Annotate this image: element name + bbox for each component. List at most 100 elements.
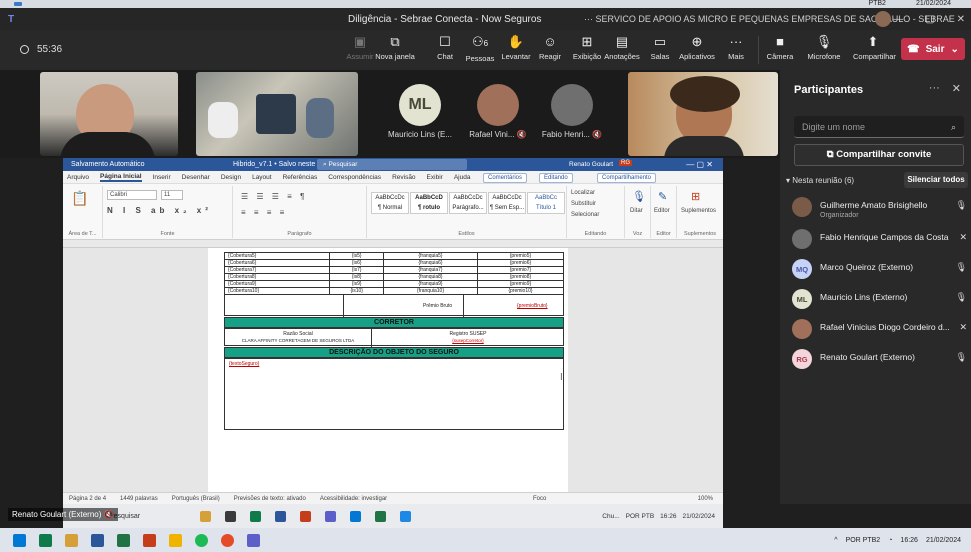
tray-time[interactable]: 16:26 xyxy=(900,537,918,544)
menu-layout[interactable]: Layout xyxy=(252,174,272,181)
participant-row[interactable]: Fabio Henrique Campos da Costa ✕ xyxy=(792,226,971,256)
word-icon[interactable] xyxy=(91,533,104,547)
maximize-button[interactable]: ▢ xyxy=(925,14,934,25)
react-button[interactable]: ☺ Reagir xyxy=(530,34,570,61)
editor-icon[interactable]: ✎ xyxy=(658,190,667,203)
app-icon[interactable] xyxy=(250,510,262,522)
chat-button[interactable]: ☐ Chat xyxy=(425,34,465,61)
teams-icon[interactable] xyxy=(325,510,337,522)
participant-search-input[interactable]: Digite um nome ⌕ xyxy=(794,116,964,138)
menu-arquivo[interactable]: Arquivo xyxy=(67,174,89,181)
menu-ajuda[interactable]: Ajuda xyxy=(454,174,471,181)
find-button[interactable]: Localizar xyxy=(571,190,595,196)
word-ruler[interactable] xyxy=(63,240,723,248)
comments-button[interactable]: Comentários xyxy=(483,173,528,183)
paste-icon[interactable]: 📋 xyxy=(71,190,88,207)
app-icon[interactable] xyxy=(300,510,312,522)
apps-button[interactable]: ⊕ Aplicativos xyxy=(677,34,717,61)
spotify-icon[interactable] xyxy=(195,533,208,547)
leave-button[interactable]: ☎ Sair ⌄ xyxy=(901,38,965,60)
replace-button[interactable]: Substituir xyxy=(571,201,596,207)
inner-time[interactable]: 16:26 xyxy=(660,513,676,520)
chevron-up-icon[interactable]: ^ xyxy=(834,537,837,544)
document-page[interactable]: {Cobertura5} {is5} {franquia5} {premio5} {Co… xyxy=(208,248,568,492)
mute-all-button[interactable]: Silenciar todos xyxy=(904,172,968,188)
style-paragrafo[interactable]: AaBbCcDc Parágrafo... xyxy=(449,192,487,214)
document-name[interactable]: Hibrido_v7.1 • Salvo neste PC xyxy=(233,161,327,168)
style-sem-espaco[interactable]: AaBbCcDc ¶ Sem Esp... xyxy=(488,192,526,214)
word-window-controls[interactable]: — ▢ ✕ xyxy=(686,160,713,169)
app-icon[interactable] xyxy=(169,533,182,547)
menu-exibir[interactable]: Exibir xyxy=(427,174,443,181)
wifi-icon[interactable]: ◔ xyxy=(888,537,892,544)
status-words[interactable]: 1449 palavras xyxy=(120,496,158,502)
participant-row[interactable]: Guilherme Amato Brisighello Organizador … xyxy=(792,194,971,224)
style-rotulo[interactable]: AaBbCcD ¶ rotulo xyxy=(410,192,448,214)
app-icon[interactable] xyxy=(225,510,237,522)
in-meeting-section[interactable]: ▾ Nesta reunião (6) xyxy=(786,176,854,185)
menu-revisao[interactable]: Revisão xyxy=(392,174,415,181)
inner-chat[interactable]: Chu... xyxy=(602,513,619,520)
excel-icon[interactable] xyxy=(375,510,387,522)
menu-inserir[interactable]: Inserir xyxy=(153,174,171,181)
folder-icon[interactable] xyxy=(200,510,212,522)
close-button[interactable]: ✕ xyxy=(957,14,965,25)
participant-row[interactable]: Rafael Vinicius Diogo Cordeiro d... ✕ xyxy=(792,316,971,346)
align-buttons[interactable]: ≡ ≡ ≡ ≡ xyxy=(241,208,287,217)
dictate-icon[interactable]: 🎙 xyxy=(632,190,646,203)
video-tile-guilherme[interactable] xyxy=(40,72,178,156)
word-document-area[interactable]: {Cobertura5} {is5} {franquia5} {premio5} {Co… xyxy=(63,248,723,492)
status-accessibility[interactable]: Acessibilidade: investigar xyxy=(320,496,387,502)
more-options-icon[interactable]: ··· xyxy=(929,82,940,95)
assumir-button[interactable]: ▣ Assumir xyxy=(340,34,380,61)
rooms-button[interactable]: ▭ Salas xyxy=(640,34,680,61)
menu-pagina-inicial[interactable]: Página Inicial xyxy=(100,173,142,182)
focus-button[interactable]: Foco xyxy=(533,496,546,502)
word-icon[interactable] xyxy=(275,510,287,522)
video-tile-office[interactable] xyxy=(196,72,358,156)
people-button[interactable]: ⚇6 Pessoas xyxy=(460,34,500,63)
select-button[interactable]: Selecionar xyxy=(571,212,599,218)
addins-icon[interactable]: ⊞ xyxy=(691,190,700,203)
app-icon[interactable] xyxy=(400,510,412,522)
menu-correspondencias[interactable]: Correspondências xyxy=(328,174,381,181)
participant-tile-rafael[interactable]: Rafael Vini... 🔇 xyxy=(458,78,538,154)
autosave-label[interactable]: Salvamento Automático xyxy=(71,161,145,168)
paragraph-buttons[interactable]: ☰ ☰ ☰ ≡ ¶ xyxy=(241,192,307,201)
minimize-button[interactable]: — xyxy=(893,14,903,25)
new-window-button[interactable]: ⧉ Nova janela xyxy=(375,34,415,61)
camera-button[interactable]: ■ Câmera xyxy=(760,34,800,61)
folder-icon[interactable] xyxy=(65,533,78,547)
outlook-icon[interactable] xyxy=(350,510,362,522)
status-language[interactable]: Português (Brasil) xyxy=(172,496,220,502)
notes-button[interactable]: ▤ Anotações xyxy=(602,34,642,61)
menu-referencias[interactable]: Referências xyxy=(283,174,318,181)
powerpoint-icon[interactable] xyxy=(143,533,156,547)
inner-date[interactable]: 21/02/2024 xyxy=(682,513,715,520)
start-icon[interactable] xyxy=(13,533,26,547)
editing-button[interactable]: Editando xyxy=(539,173,573,183)
font-size-select[interactable]: 11 xyxy=(161,190,183,200)
teams-icon[interactable] xyxy=(247,533,260,547)
word-user-name[interactable]: Renato Goulart xyxy=(569,161,613,168)
status-predictions[interactable]: Previsões de texto: ativado xyxy=(234,496,306,502)
share-button[interactable]: ⬆ Compartilhar xyxy=(853,34,896,61)
word-search-box[interactable]: ⌕ Pesquisar xyxy=(317,159,467,170)
microphone-button[interactable]: 🎙 Microfone xyxy=(804,34,844,61)
tray-date[interactable]: 21/02/2024 xyxy=(926,537,961,544)
font-format-buttons[interactable]: N I S ab x₂ x² xyxy=(107,206,212,215)
app-icon[interactable] xyxy=(39,533,52,547)
style-normal[interactable]: AaBbCcDc ¶ Normal xyxy=(371,192,409,214)
style-titulo-1[interactable]: AaBbCc Título 1 xyxy=(527,192,565,214)
font-name-select[interactable]: Calibri xyxy=(107,190,157,200)
inner-lang[interactable]: POR PTB xyxy=(626,513,655,520)
menu-design[interactable]: Design xyxy=(221,174,241,181)
menu-desenhar[interactable]: Desenhar xyxy=(182,174,210,181)
excel-icon[interactable] xyxy=(117,533,130,547)
participant-tile-fabio[interactable]: Fabio Henri... 🔇 xyxy=(532,78,612,154)
participant-row[interactable]: ML Mauricio Lins (Externo) 🎙 xyxy=(792,286,971,316)
view-button[interactable]: ⊞ Exibição xyxy=(567,34,607,61)
participant-row[interactable]: MQ Marco Queiroz (Externo) 🎙 xyxy=(792,256,971,286)
close-panel-icon[interactable]: ✕ xyxy=(952,82,961,95)
share-invite-button[interactable]: ⧉ Compartilhar convite xyxy=(794,144,964,166)
